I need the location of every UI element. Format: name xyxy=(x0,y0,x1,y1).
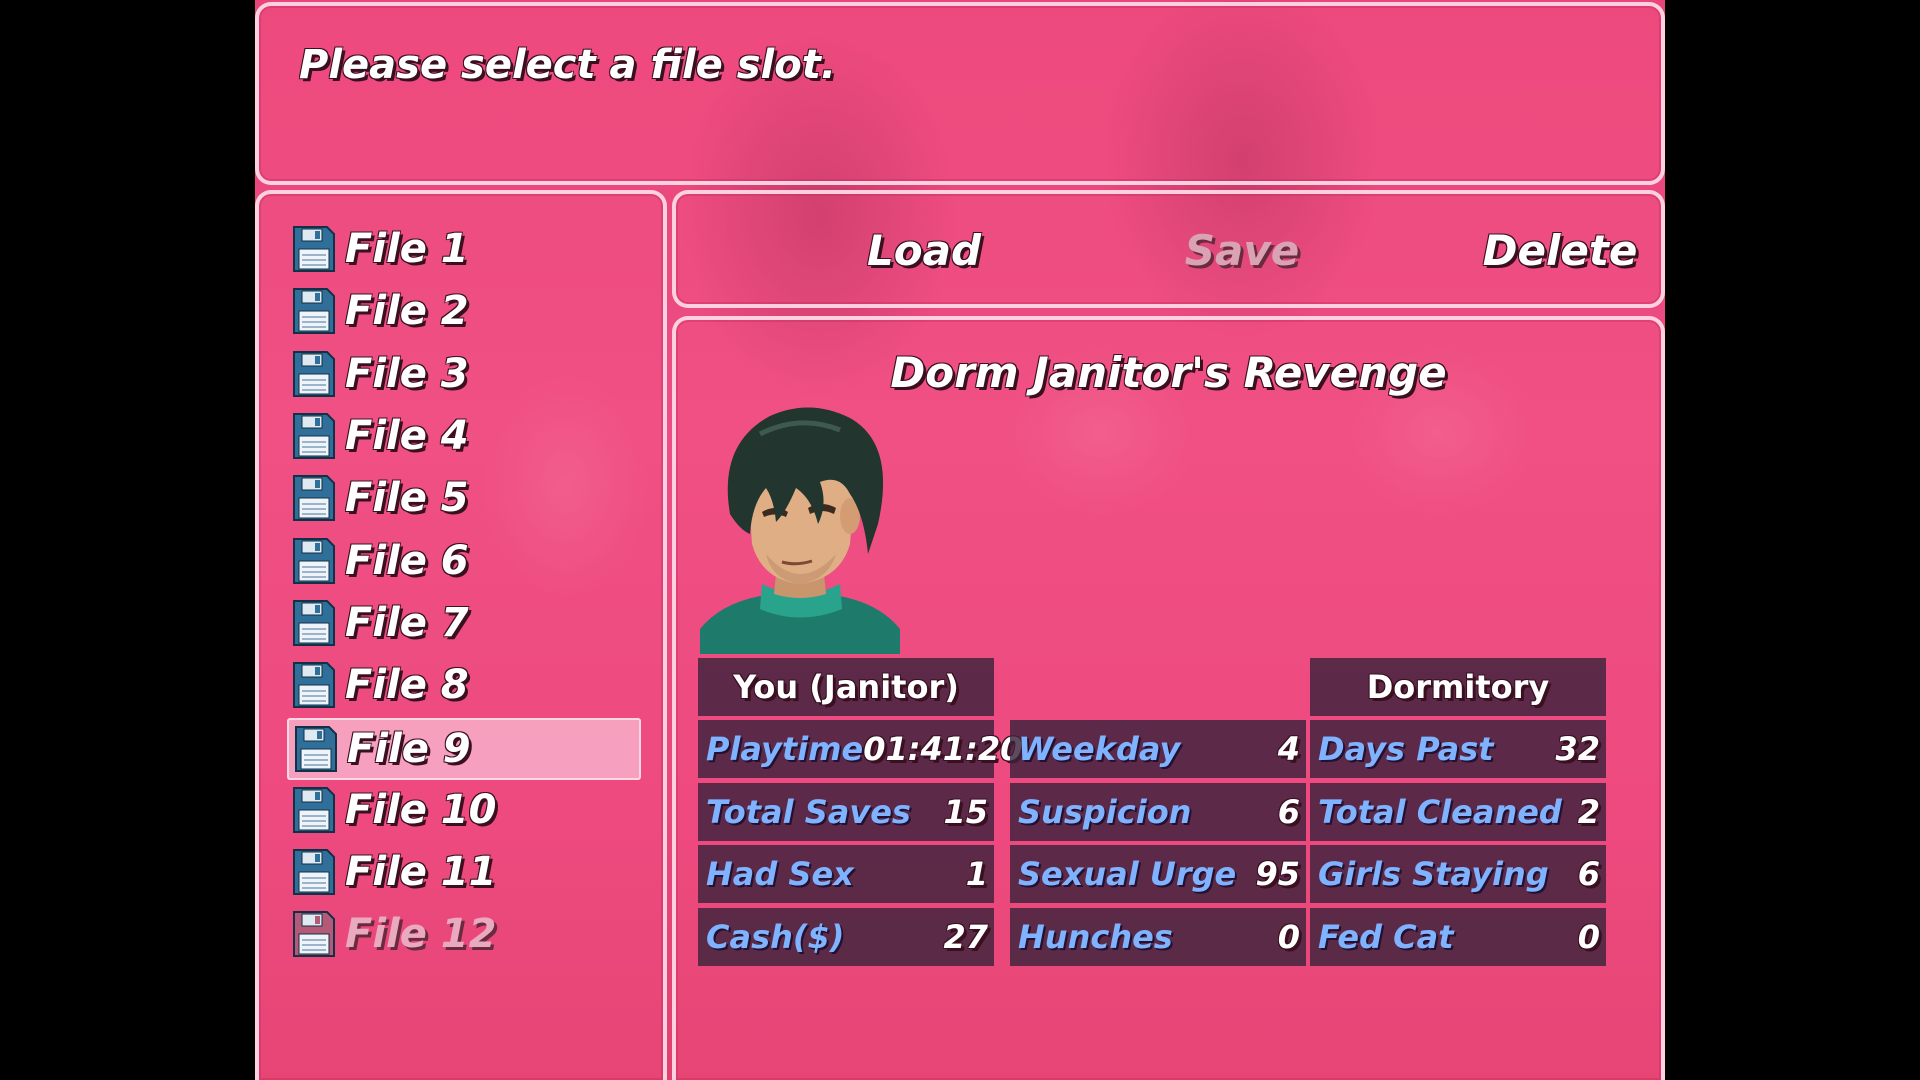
file-slot-label: File 3 xyxy=(345,350,469,397)
file-slot-8[interactable]: File 8 xyxy=(287,656,637,714)
file-slot-4[interactable]: File 4 xyxy=(287,407,637,465)
stat-label: Cash($) xyxy=(706,917,845,956)
stat-row: Playtime 01:41:20 xyxy=(698,720,1022,778)
stat-label: Hunches xyxy=(1018,917,1173,956)
command-window: Load Save Delete xyxy=(672,190,1665,308)
stat-label: Suspicion xyxy=(1018,792,1192,831)
file-slot-label: File 8 xyxy=(345,662,469,709)
delete-button[interactable]: Delete xyxy=(1410,226,1665,275)
load-button[interactable]: Load xyxy=(774,226,1074,275)
stat-label: Sexual Urge xyxy=(1018,855,1237,893)
file-slot-2[interactable]: File 2 xyxy=(287,282,637,340)
file-slot-label: File 9 xyxy=(347,726,471,773)
floppy-disk-icon xyxy=(291,909,337,959)
stat-row: Weekday 4 xyxy=(1010,720,1306,778)
floppy-disk-icon xyxy=(291,847,337,897)
file-list-window: File 1 File 2 File 3 File 4 File 5 File 6 File… xyxy=(255,190,667,1080)
floppy-disk-icon xyxy=(291,473,337,523)
stat-row: Total Saves 15 xyxy=(698,782,994,841)
file-slot-10[interactable]: File 10 xyxy=(287,781,637,839)
file-slot-label: File 7 xyxy=(345,599,469,646)
stat-value: 01:41:20 xyxy=(863,730,1023,768)
stat-label: Had Sex xyxy=(706,855,854,893)
floppy-disk-icon xyxy=(291,349,337,399)
stat-label: Weekday xyxy=(1018,730,1181,768)
floppy-disk-icon xyxy=(293,724,339,774)
file-slot-1[interactable]: File 1 xyxy=(287,220,637,278)
stat-value: 2 xyxy=(1577,792,1600,831)
file-slot-12[interactable]: File 12 xyxy=(287,905,637,963)
floppy-disk-icon xyxy=(291,411,337,461)
floppy-disk-icon xyxy=(291,224,337,274)
file-slot-label: File 1 xyxy=(345,226,469,272)
stat-row: Cash($) 27 xyxy=(698,907,994,966)
janitor-portrait xyxy=(700,404,900,654)
file-slot-label: File 11 xyxy=(345,849,497,895)
file-slot-9[interactable]: File 9 xyxy=(287,718,641,781)
save-button[interactable]: Save xyxy=(1092,226,1392,275)
floppy-disk-icon xyxy=(291,660,337,710)
stat-value: 4 xyxy=(1277,730,1300,768)
stat-value: 32 xyxy=(1555,730,1600,768)
stat-label: Total Saves xyxy=(706,792,911,831)
stat-value: 6 xyxy=(1577,855,1600,893)
file-slot-label: File 5 xyxy=(345,475,469,522)
game-screen: Please select a file slot. File 1 File 2F… xyxy=(255,0,1665,1080)
game-title: Dorm Janitor's Revenge xyxy=(890,348,1447,397)
stat-value: 0 xyxy=(1277,917,1300,956)
file-slot-label: File 6 xyxy=(345,537,469,584)
stat-row: Girls Staying 6 xyxy=(1310,845,1606,903)
stat-row: Days Past 32 xyxy=(1310,720,1606,778)
stat-label: Fed Cat xyxy=(1318,917,1454,956)
stat-value: 15 xyxy=(943,792,988,831)
stat-label: Days Past xyxy=(1318,730,1494,768)
help-window: Please select a file slot. xyxy=(255,2,1665,185)
help-text: Please select a file slot. xyxy=(299,42,837,88)
stat-value: 0 xyxy=(1577,917,1600,956)
file-slot-5[interactable]: File 5 xyxy=(287,469,637,527)
dormitory-stats-header: Dormitory xyxy=(1310,658,1606,716)
player-stats-header: You (Janitor) xyxy=(698,658,994,716)
stat-row: Had Sex 1 xyxy=(698,845,994,903)
floppy-disk-icon xyxy=(291,785,337,835)
floppy-disk-icon xyxy=(291,598,337,648)
stat-value: 6 xyxy=(1277,792,1300,831)
stat-value: 1 xyxy=(965,855,988,893)
janitor-face-image xyxy=(700,407,900,654)
file-slot-6[interactable]: File 6 xyxy=(287,532,637,590)
stat-row: Sexual Urge 95 xyxy=(1010,845,1306,903)
file-slot-label: File 4 xyxy=(345,412,469,459)
stat-row: Suspicion 6 xyxy=(1010,782,1306,841)
file-slot-label: File 12 xyxy=(345,911,497,958)
stat-row: Hunches 0 xyxy=(1010,907,1306,966)
floppy-disk-icon xyxy=(291,286,337,336)
save-info-window: Dorm Janitor's Revenge You (Janitor) Pla… xyxy=(672,316,1665,1080)
stat-value: 27 xyxy=(943,917,988,956)
stat-row: Fed Cat 0 xyxy=(1310,907,1606,966)
file-slot-11[interactable]: File 11 xyxy=(287,843,637,901)
stat-value: 95 xyxy=(1255,855,1300,893)
floppy-disk-icon xyxy=(291,536,337,586)
stat-label: Total Cleaned xyxy=(1318,792,1562,831)
stat-label: Playtime xyxy=(706,730,864,768)
file-slot-label: File 10 xyxy=(345,786,497,833)
stat-row: Total Cleaned 2 xyxy=(1310,782,1606,841)
file-slot-3[interactable]: File 3 xyxy=(287,345,637,403)
file-slot-7[interactable]: File 7 xyxy=(287,594,637,652)
file-slot-label: File 2 xyxy=(345,288,469,335)
stat-label: Girls Staying xyxy=(1318,855,1549,893)
